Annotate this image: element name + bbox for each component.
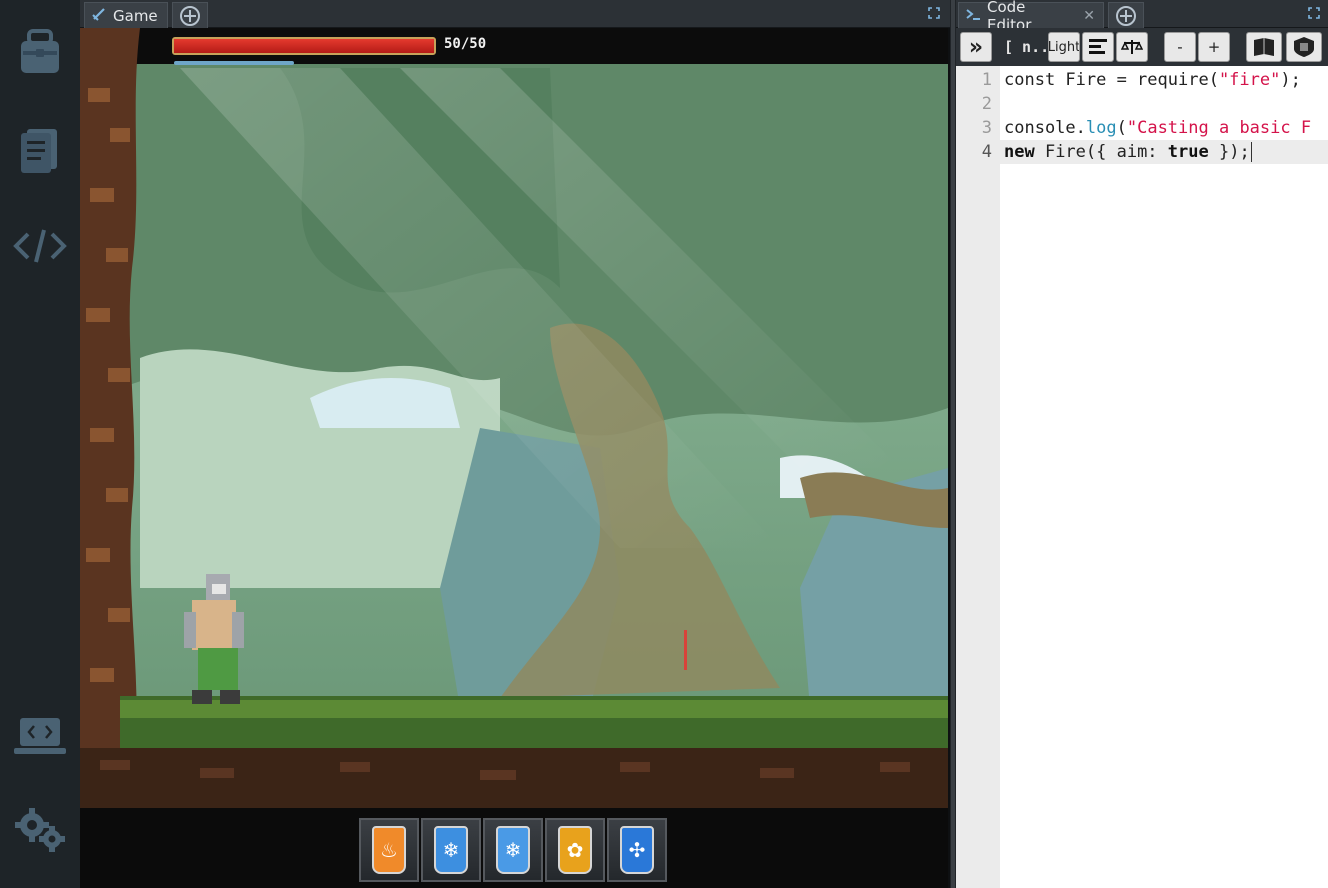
zoom-out-button[interactable]: - bbox=[1164, 32, 1196, 62]
health-bar bbox=[172, 37, 436, 55]
laptop-code-icon[interactable] bbox=[10, 706, 70, 766]
health-text: 50/50 bbox=[444, 36, 487, 52]
code-line-4: new Fire({ aim: true }); bbox=[1004, 142, 1252, 162]
document-icon[interactable] bbox=[10, 120, 70, 180]
health-bar-fill bbox=[174, 39, 434, 53]
fire-spell-icon: ♨ bbox=[372, 826, 406, 874]
format-button[interactable] bbox=[1082, 32, 1114, 62]
code-line-1: const Fire = require("fire"); bbox=[1004, 70, 1301, 90]
code-area[interactable]: const Fire = require("fire"); console.lo… bbox=[956, 68, 1328, 888]
hint-button[interactable] bbox=[1116, 32, 1148, 62]
code-line-3: console.log("Casting a basic F bbox=[1004, 118, 1312, 138]
code-icon[interactable] bbox=[10, 216, 70, 276]
tab-code-editor[interactable]: Code Editor ✕ bbox=[958, 0, 1104, 34]
terminal-icon bbox=[965, 6, 981, 26]
game-tabbar: Game bbox=[80, 0, 950, 28]
tab-game[interactable]: Game bbox=[84, 2, 168, 28]
game-panel: Game 50/50 ♨ ❄ ❄ ✿ ✣ bbox=[80, 0, 950, 888]
editor-tabbar: Code Editor ✕ bbox=[956, 0, 1328, 34]
scales-icon bbox=[1121, 40, 1143, 54]
tab-game-label: Game bbox=[113, 6, 158, 25]
spell-hotbar: ♨ ❄ ❄ ✿ ✣ bbox=[359, 818, 667, 882]
hotbar-slot[interactable]: ♨ bbox=[359, 818, 419, 882]
sword-icon bbox=[91, 6, 107, 26]
maximize-icon[interactable] bbox=[1308, 7, 1320, 19]
close-icon[interactable]: ✕ bbox=[1083, 8, 1095, 24]
ice-spell-2-icon: ❄ bbox=[496, 826, 530, 874]
ice-spell-icon: ❄ bbox=[434, 826, 468, 874]
hotbar-slot[interactable]: ❄ bbox=[483, 818, 543, 882]
library-button[interactable] bbox=[1286, 32, 1322, 62]
gears-icon[interactable] bbox=[10, 800, 70, 860]
add-editor-tab-button[interactable] bbox=[1108, 2, 1144, 28]
hotbar-slot[interactable]: ✣ bbox=[607, 818, 667, 882]
text-cursor bbox=[1250, 142, 1252, 162]
maximize-icon[interactable] bbox=[928, 7, 940, 19]
theme-button[interactable]: Light bbox=[1048, 32, 1080, 62]
nature-spell-icon: ✣ bbox=[620, 826, 654, 874]
mana-bar bbox=[174, 61, 294, 65]
editor-toolbar: » [ n... Light - + bbox=[956, 28, 1328, 66]
docs-button[interactable] bbox=[1246, 32, 1282, 62]
left-sidebar bbox=[0, 0, 80, 888]
plus-circle-icon bbox=[180, 5, 200, 26]
code-editor-panel: Code Editor ✕ » [ n... Light - + 1 2 3 4… bbox=[956, 0, 1328, 888]
backpack-icon[interactable] bbox=[10, 22, 70, 82]
game-scene bbox=[80, 28, 948, 888]
earth-spell-icon: ✿ bbox=[558, 826, 592, 874]
shield-book-icon bbox=[1294, 37, 1314, 57]
zoom-in-button[interactable]: + bbox=[1198, 32, 1230, 62]
run-button[interactable]: » bbox=[960, 32, 992, 62]
align-left-icon bbox=[1089, 39, 1107, 54]
plus-circle-icon bbox=[1116, 5, 1136, 26]
hotbar-slot[interactable]: ✿ bbox=[545, 818, 605, 882]
game-viewport[interactable]: 50/50 ♨ ❄ ❄ ✿ ✣ bbox=[80, 28, 948, 888]
book-icon bbox=[1254, 38, 1274, 56]
add-tab-button[interactable] bbox=[172, 2, 208, 28]
hotbar-slot[interactable]: ❄ bbox=[421, 818, 481, 882]
